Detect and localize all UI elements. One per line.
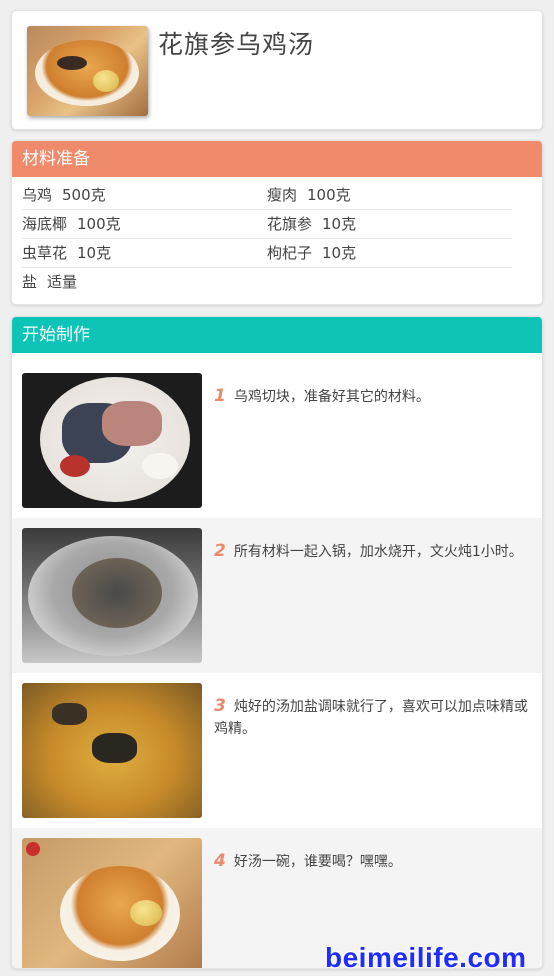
step-text: 3 炖好的汤加盐调味就行了，喜欢可以加点味精或鸡精。 [214,695,529,740]
step-description: 炖好的汤加盐调味就行了，喜欢可以加点味精或鸡精。 [214,699,528,737]
goji-graphic [60,455,90,477]
step-4-image[interactable] [22,838,202,968]
ingredient-item: 乌鸡 500克 [22,181,267,210]
ingredient-item: 海底椰 100克 [22,210,267,239]
ingredient-amount: 100克 [77,215,121,233]
step-item: 3 炖好的汤加盐调味就行了，喜欢可以加点味精或鸡精。 [12,673,542,828]
step-number: 3 [214,696,226,716]
ingredient-name: 枸杞子 [267,244,313,262]
egg-graphic [93,70,119,92]
step-text: 2 所有材料一起入锅，加水烧开，文火炖1小时。 [214,540,529,563]
step-description: 好汤一碗，谁要喝？嘿嘿。 [233,854,402,870]
site-watermark: beimeilife.com [325,942,527,973]
ingredient-amount: 适量 [47,273,78,291]
ingredient-name: 乌鸡 [22,186,53,204]
chicken-piece-graphic [92,733,137,763]
coconut-graphic [142,453,178,479]
recipe-thumbnail-image[interactable] [27,26,148,116]
step-number: 2 [214,541,226,561]
step-3-image[interactable] [22,683,202,818]
ingredients-header: 材料准备 [12,141,542,177]
ingredient-name: 花旗参 [267,215,313,233]
recipe-title: 花旗参乌鸡汤 [158,30,315,59]
steps-card: 开始制作 1 乌鸡切块，准备好其它的材料。 2 所有材料一起入锅，加水烧开，文火炖1… [11,316,543,969]
ingredient-item: 瘦肉 100克 [267,181,512,210]
ingredient-item: 盐适量 [22,268,267,297]
ingredient-amount: 10克 [77,244,112,262]
ingredient-amount: 100克 [307,186,351,204]
ingredients-list: 乌鸡 500克 瘦肉 100克 海底椰 100克 花旗参 10克 虫草花 10克 枸杞子 1… [22,181,512,297]
brand-logo-icon [26,842,40,856]
ingredient-amount: 10克 [322,215,357,233]
step-text: 4 好汤一碗，谁要喝？嘿嘿。 [214,850,529,873]
ingredient-name: 瘦肉 [267,186,298,204]
soup-bowl-graphic [35,40,139,106]
step-item: 2 所有材料一起入锅，加水烧开，文火炖1小时。 [12,518,542,673]
meat-graphic [102,401,162,446]
ingredients-row: 乌鸡 500克 瘦肉 100克 [22,181,512,210]
ingredient-amount: 500克 [62,186,106,204]
ingredients-row: 虫草花 10克 枸杞子 10克 [22,239,512,268]
step-1-image[interactable] [22,373,202,508]
egg-graphic [130,900,162,926]
pot-contents-graphic [72,558,162,628]
soup-bowl-graphic [60,866,180,961]
ingredient-name: 盐 [22,273,38,291]
ingredient-name: 虫草花 [22,244,68,262]
step-number: 4 [214,851,226,871]
mushroom-graphic [57,56,87,70]
steps-header: 开始制作 [12,317,542,353]
step-description: 所有材料一起入锅，加水烧开，文火炖1小时。 [233,544,523,560]
ingredient-item: 花旗参 10克 [267,210,512,239]
chicken-piece-graphic [52,703,87,725]
step-description: 乌鸡切块，准备好其它的材料。 [233,389,430,405]
ingredients-card: 材料准备 乌鸡 500克 瘦肉 100克 海底椰 100克 花旗参 10克 虫草花 10克… [11,140,543,305]
ingredient-name: 海底椰 [22,215,68,233]
step-2-image[interactable] [22,528,202,663]
step-text: 1 乌鸡切块，准备好其它的材料。 [214,385,529,408]
ingredients-row: 盐适量 [22,268,512,297]
ingredient-amount: 10克 [322,244,357,262]
ingredient-item: 枸杞子 10克 [267,239,512,268]
recipe-header-card: 花旗参乌鸡汤 [11,10,543,130]
step-number: 1 [214,386,226,406]
ingredient-item: 虫草花 10克 [22,239,267,268]
ingredients-row: 海底椰 100克 花旗参 10克 [22,210,512,239]
step-item: 1 乌鸡切块，准备好其它的材料。 [12,363,542,518]
